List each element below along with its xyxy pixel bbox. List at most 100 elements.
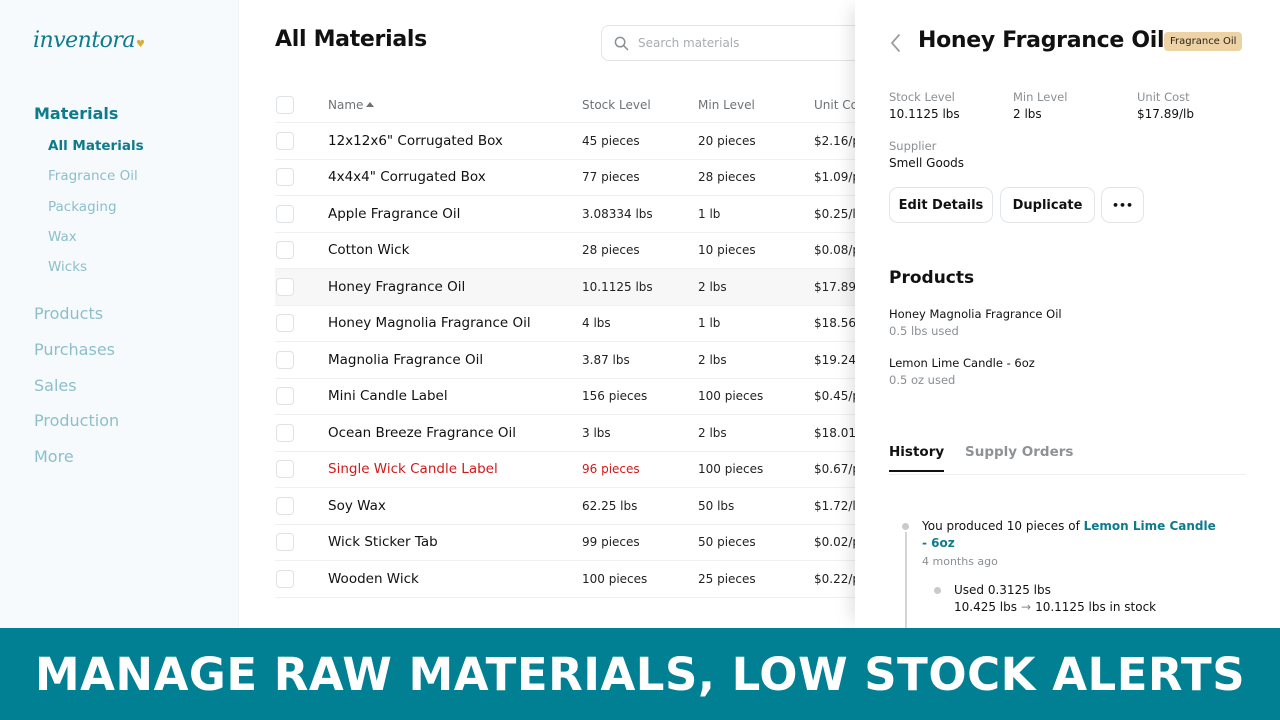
product-usage: 0.5 oz used (889, 373, 956, 387)
stat-supplier: Supplier Smell Goods (889, 139, 964, 170)
row-checkbox[interactable] (276, 387, 294, 406)
back-chevron-icon[interactable] (888, 32, 904, 54)
table-row[interactable]: 4x4x4" Corrugated Box 77 pieces 28 pieces $… (275, 160, 875, 196)
material-name[interactable]: Apple Fragrance Oil (328, 206, 460, 222)
material-name[interactable]: Honey Magnolia Fragrance Oil (328, 315, 531, 331)
material-name[interactable]: Soy Wax (328, 498, 386, 514)
row-checkbox[interactable] (276, 241, 294, 260)
sidebar-item-sales[interactable]: Sales (34, 368, 119, 404)
history-time: 4 months ago (922, 555, 998, 568)
unit-cost: $2.16/p (814, 133, 861, 148)
table-row[interactable]: Apple Fragrance Oil 3.08334 lbs 1 lb $0.25/… (275, 196, 875, 233)
app: inventora♥ Materials All Materials Fragr… (0, 0, 1280, 720)
sidebar-item-all-materials[interactable]: All Materials (48, 131, 144, 161)
row-checkbox[interactable] (276, 277, 294, 296)
unit-cost: $17.89/ (814, 279, 861, 294)
more-options-button[interactable]: ••• (1101, 187, 1144, 223)
sidebar-section-materials[interactable]: Materials (34, 100, 144, 128)
row-checkbox[interactable] (276, 569, 294, 588)
table-row[interactable]: Soy Wax 62.25 lbs 50 lbs $1.72/lb (275, 488, 875, 525)
select-all-checkbox[interactable] (276, 95, 294, 114)
duplicate-button[interactable]: Duplicate (1000, 187, 1095, 223)
row-checkbox[interactable] (276, 168, 294, 187)
min-level: 28 pieces (698, 170, 756, 185)
stock-level: 77 pieces (582, 170, 640, 185)
stock-level: 62.25 lbs (582, 498, 638, 513)
column-header-stock-level[interactable]: Stock Level (582, 98, 651, 112)
table-row[interactable]: Single Wick Candle Label 96 pieces 100 pie… (275, 452, 875, 488)
table-row[interactable]: Cotton Wick 28 pieces 10 pieces $0.08/p (275, 233, 875, 269)
material-name[interactable]: 4x4x4" Corrugated Box (328, 169, 486, 185)
sidebar-item-wax[interactable]: Wax (48, 222, 144, 252)
row-checkbox[interactable] (276, 533, 294, 552)
table-body: 12x12x6" Corrugated Box 45 pieces 20 piece… (275, 123, 875, 598)
material-name[interactable]: Ocean Breeze Fragrance Oil (328, 425, 516, 441)
sidebar-item-purchases[interactable]: Purchases (34, 332, 119, 368)
stock-level: 45 pieces (582, 133, 640, 148)
banner-text: MANAGE RAW MATERIALS, LOW STOCK ALERTS (34, 647, 1246, 701)
column-header-min-level[interactable]: Min Level (698, 98, 755, 112)
sidebar-item-wicks[interactable]: Wicks (48, 252, 144, 282)
row-checkbox[interactable] (276, 204, 294, 223)
row-checkbox[interactable] (276, 350, 294, 369)
table-row[interactable]: 12x12x6" Corrugated Box 45 pieces 20 piece… (275, 123, 875, 160)
min-level: 1 lb (698, 206, 721, 221)
min-level: 2 lbs (698, 279, 727, 294)
row-checkbox[interactable] (276, 314, 294, 333)
material-name[interactable]: Mini Candle Label (328, 388, 448, 404)
product-item[interactable]: Lemon Lime Candle - 6oz 0.5 oz used (889, 356, 1035, 387)
min-level: 1 lb (698, 316, 721, 331)
sidebar-item-fragrance-oil[interactable]: Fragrance Oil (48, 161, 144, 191)
table-row[interactable]: Mini Candle Label 156 pieces 100 pieces $0.… (275, 379, 875, 415)
history-detail-change: 10.425 lbs → 10.1125 lbs in stock (954, 599, 1156, 616)
column-header-name[interactable]: Name (328, 98, 375, 112)
material-name[interactable]: Wick Sticker Tab (328, 534, 438, 550)
row-checkbox[interactable] (276, 496, 294, 515)
stock-level: 28 pieces (582, 243, 640, 258)
table-header: Name Stock Level Min Level Unit Co (275, 87, 875, 123)
row-checkbox[interactable] (276, 460, 294, 479)
material-name[interactable]: Single Wick Candle Label (328, 461, 498, 477)
unit-cost: $1.09/p (814, 170, 861, 185)
material-name[interactable]: Wooden Wick (328, 571, 419, 587)
sidebar: inventora♥ Materials All Materials Fragr… (0, 0, 239, 628)
stat-stock-level: Stock Level 10.1125 lbs (889, 90, 960, 121)
logo[interactable]: inventora♥ (33, 28, 145, 53)
material-name[interactable]: Cotton Wick (328, 242, 409, 258)
sidebar-item-packaging[interactable]: Packaging (48, 192, 144, 222)
table-row[interactable]: Honey Fragrance Oil 10.1125 lbs 2 lbs $17.8… (275, 269, 875, 306)
stock-from: 10.425 lbs (954, 600, 1018, 614)
row-checkbox[interactable] (276, 131, 294, 150)
timeline-dot (902, 523, 909, 530)
row-checkbox[interactable] (276, 423, 294, 442)
column-header-unit-cost[interactable]: Unit Co (814, 98, 858, 112)
products-section-title: Products (889, 268, 975, 288)
table-row[interactable]: Honey Magnolia Fragrance Oil 4 lbs 1 lb $18… (275, 306, 875, 342)
nav-main-group: Products Purchases Sales Production More (34, 296, 119, 475)
edit-details-button[interactable]: Edit Details (889, 187, 993, 223)
table-row[interactable]: Magnolia Fragrance Oil 3.87 lbs 2 lbs $19.2… (275, 342, 875, 379)
min-level: 25 pieces (698, 571, 756, 586)
material-title: Honey Fragrance Oil (918, 28, 1165, 53)
material-name[interactable]: 12x12x6" Corrugated Box (328, 133, 503, 149)
promo-banner: MANAGE RAW MATERIALS, LOW STOCK ALERTS (0, 628, 1280, 720)
arrow-right-icon: → (1021, 600, 1032, 614)
material-name[interactable]: Magnolia Fragrance Oil (328, 352, 483, 368)
sidebar-item-production[interactable]: Production (34, 403, 119, 439)
tab-history[interactable]: History (889, 444, 945, 472)
table-row[interactable]: Wick Sticker Tab 99 pieces 50 pieces $0.02/… (275, 525, 875, 561)
tab-supply-orders[interactable]: Supply Orders (965, 444, 1073, 470)
product-item[interactable]: Honey Magnolia Fragrance Oil 0.5 lbs use… (889, 307, 1062, 338)
min-level: 50 lbs (698, 498, 735, 513)
sidebar-item-more[interactable]: More (34, 439, 119, 475)
min-level: 100 pieces (698, 462, 764, 477)
table-row[interactable]: Wooden Wick 100 pieces 25 pieces $0.22/p (275, 561, 875, 598)
search-input[interactable] (638, 36, 858, 50)
unit-cost: $0.02/p (814, 535, 861, 550)
material-name[interactable]: Honey Fragrance Oil (328, 279, 465, 295)
stat-value: Smell Goods (889, 156, 965, 170)
sidebar-item-products[interactable]: Products (34, 296, 119, 332)
product-usage: 0.5 lbs used (889, 324, 959, 338)
nav-materials-group: Materials All Materials Fragrance Oil Pa… (34, 100, 144, 282)
table-row[interactable]: Ocean Breeze Fragrance Oil 3 lbs 2 lbs $18.… (275, 415, 875, 452)
